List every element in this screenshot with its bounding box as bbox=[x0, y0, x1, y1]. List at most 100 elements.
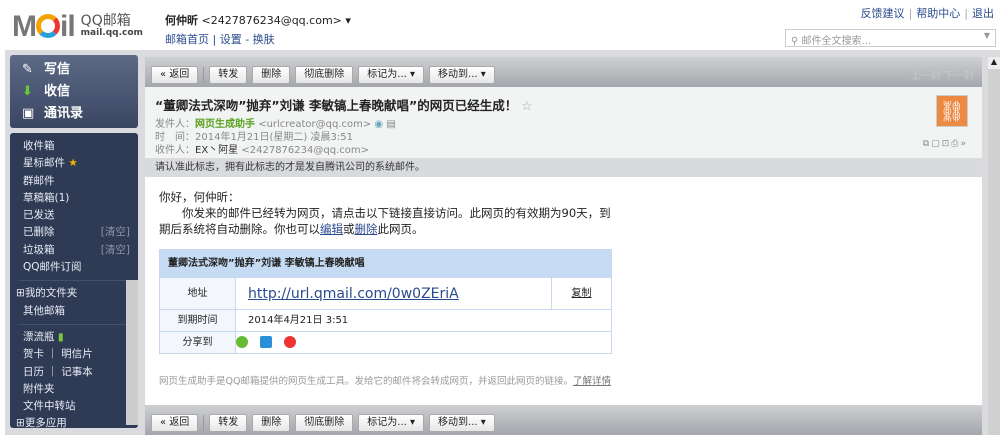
sidebar-item-inbox[interactable]: 收件箱 bbox=[23, 138, 138, 155]
prev-mail-link[interactable]: 上一封 bbox=[911, 71, 941, 82]
clear-spam-link[interactable]: [清空] bbox=[101, 242, 130, 259]
move-to-dropdown[interactable]: 移动到... ▾ bbox=[429, 414, 495, 432]
mail-view: « 返回 转发 删除 彻底删除 标记为... ▾ 移动到... ▾ 上一封 下一… bbox=[145, 57, 982, 435]
sidebar-item-drafts[interactable]: 草稿箱(1) bbox=[23, 190, 138, 207]
link-home[interactable]: 邮箱首页 bbox=[165, 33, 209, 46]
receive-label: 收信 bbox=[44, 84, 71, 99]
sidebar-item-more-apps[interactable]: ⊞更多应用 bbox=[16, 415, 138, 432]
edit-link[interactable]: 编辑 bbox=[320, 222, 343, 236]
main-scrollbar[interactable]: ▲ bbox=[988, 57, 1000, 435]
mark-as-dropdown[interactable]: 标记为... ▾ bbox=[358, 414, 425, 432]
sidebar-scrollbar[interactable] bbox=[126, 280, 138, 425]
link-logout[interactable]: 退出 bbox=[972, 7, 994, 20]
mark-as-dropdown[interactable]: 标记为... ▾ bbox=[358, 66, 425, 84]
contacts-button[interactable]: ▣ 通讯录 bbox=[22, 103, 138, 125]
perm-delete-button[interactable]: 彻底删除 bbox=[295, 66, 354, 84]
new-window-icon[interactable]: ⧉ bbox=[923, 139, 931, 149]
greeting: 你好，何仲昕： bbox=[159, 190, 240, 204]
mail-body: 你好，何仲昕： 你发来的邮件已经转为网页，请点击以下链接直接访问。此网页的有效期… bbox=[145, 177, 982, 402]
to-label: 收件人： bbox=[155, 145, 195, 156]
notes-link[interactable]: 记事本 bbox=[61, 366, 93, 378]
contact-card-icon[interactable]: ▤ bbox=[386, 119, 395, 130]
learn-more-link[interactable]: 了解详情 bbox=[573, 376, 611, 387]
sender-email: <urlcreator@qq.com> bbox=[258, 119, 372, 130]
spam-label: 垃圾箱 bbox=[23, 243, 55, 256]
qzone-icon[interactable] bbox=[260, 335, 272, 348]
time-label: 时 间： bbox=[155, 132, 195, 143]
link-help[interactable]: 帮助中心 bbox=[916, 7, 960, 20]
sidebar-item-subscriptions[interactable]: QQ邮件订阅 bbox=[23, 259, 138, 276]
from-label: 发件人： bbox=[155, 119, 195, 130]
user-email[interactable]: <2427876234@qq.com> bbox=[202, 14, 342, 27]
my-folders-label: 我的文件夹 bbox=[24, 287, 78, 300]
sidebar-item-my-folders[interactable]: ⊞我的文件夹 bbox=[16, 285, 138, 302]
weibo-icon[interactable] bbox=[284, 335, 296, 348]
mail-header: “董卿法式深吻”抛弃”刘谦 李敏镐上春晚献唱”的网页已经生成！ ☆ 发件人：网页生… bbox=[145, 87, 982, 159]
delete-page-link[interactable]: 删除 bbox=[355, 222, 378, 236]
logo-mark: Mil bbox=[12, 10, 76, 43]
recipient-email: <2427876234@qq.com> bbox=[241, 145, 369, 156]
link-skin[interactable]: 换肤 bbox=[253, 33, 275, 46]
delete-button[interactable]: 删除 bbox=[252, 414, 291, 432]
forward-button[interactable]: 转发 bbox=[209, 414, 248, 432]
perm-delete-button[interactable]: 彻底删除 bbox=[295, 414, 354, 432]
scroll-up-icon[interactable]: ▲ bbox=[988, 57, 1000, 69]
back-button[interactable]: « 返回 bbox=[151, 414, 199, 432]
chevron-down-icon[interactable]: » bbox=[960, 139, 968, 149]
divider bbox=[203, 67, 205, 83]
calendar-link[interactable]: 日历 bbox=[23, 366, 44, 378]
bottom-toolbar: « 返回 转发 删除 彻底删除 标记为... ▾ 移动到... ▾ bbox=[145, 405, 982, 435]
starred-label: 星标邮件 bbox=[23, 157, 65, 170]
body-text: 或 bbox=[343, 222, 355, 236]
sidebar-item-file-transfer[interactable]: 文件中转站 bbox=[23, 398, 138, 415]
back-button[interactable]: « 返回 bbox=[151, 66, 199, 84]
sidebar-item-deleted[interactable]: 已删除 [清空] bbox=[23, 224, 138, 241]
table-title: 董卿法式深吻”抛弃”刘谦 李敏镐上春晚献唱 bbox=[159, 249, 612, 278]
search-input[interactable]: ⚲ 邮件全文搜索... ▼ bbox=[785, 29, 996, 47]
wechat-icon[interactable] bbox=[236, 335, 248, 348]
greeting-card-link[interactable]: 贺卡 bbox=[23, 348, 44, 360]
recipient-name[interactable]: EX丶阿星 bbox=[195, 145, 238, 156]
search-icon: ⚲ bbox=[791, 36, 799, 47]
chevron-down-icon[interactable]: ▾ bbox=[345, 14, 351, 27]
sidebar-item-bottle[interactable]: 漂流瓶 ▮ bbox=[23, 329, 138, 346]
sidebar-item-group[interactable]: 群邮件 bbox=[23, 173, 138, 190]
logo[interactable]: Mil QQ邮箱 mail.qq.com bbox=[12, 10, 143, 44]
link-feedback[interactable]: 反馈建议 bbox=[861, 7, 905, 20]
sidebar-item-cards[interactable]: 贺卡 ｜ 明信片 bbox=[23, 346, 138, 363]
link-settings[interactable]: 设置 bbox=[220, 33, 242, 46]
mail-time: 2014年1月21日(星期二) 凌晨3:51 bbox=[195, 132, 353, 143]
bottle-label: 漂流瓶 bbox=[23, 330, 55, 343]
sidebar-item-other-mail[interactable]: 其他邮箱 bbox=[23, 303, 138, 320]
security-notice: 请认准此标志，拥有此标志的才是发自腾讯公司的系统邮件。 bbox=[145, 159, 982, 177]
move-to-dropdown[interactable]: 移动到... ▾ bbox=[429, 66, 495, 84]
share-label: 分享到 bbox=[159, 331, 236, 354]
delete-button[interactable]: 删除 bbox=[252, 66, 291, 84]
chevron-down-icon[interactable]: ▼ bbox=[984, 31, 990, 40]
download-icon[interactable]: ⊡ bbox=[942, 139, 952, 149]
copy-link[interactable]: 复制 bbox=[551, 277, 612, 310]
sidebar-item-starred[interactable]: 星标邮件 ★ bbox=[23, 155, 138, 172]
sidebar-item-calendar[interactable]: 日历 ｜ 记事本 bbox=[23, 364, 138, 381]
forward-button[interactable]: 转发 bbox=[209, 66, 248, 84]
sidebar-item-sent[interactable]: 已发送 bbox=[23, 207, 138, 224]
inbox-button[interactable]: ⬇ 收信 bbox=[22, 81, 138, 103]
divider bbox=[203, 415, 205, 431]
mail-tools: ⧉▢⊡⎙» bbox=[923, 139, 968, 149]
folder-list: 收件箱 星标邮件 ★ 群邮件 草稿箱(1) 已发送 已删除 [清空] 垃圾箱 [清空… bbox=[10, 133, 138, 429]
page-url-link[interactable]: http://url.qmail.com/0w0ZEriA bbox=[235, 277, 552, 310]
top-toolbar: « 返回 转发 删除 彻底删除 标记为... ▾ 移动到... ▾ 上一封 下一… bbox=[145, 57, 982, 87]
star-icon[interactable]: ☆ bbox=[521, 98, 532, 113]
sender-name[interactable]: 网页生成助手 bbox=[195, 119, 255, 130]
compose-button[interactable]: ✎ 写信 bbox=[22, 59, 138, 81]
clear-deleted-link[interactable]: [清空] bbox=[101, 224, 130, 241]
user-info: 何仲昕 <2427876234@qq.com> ▾ 邮箱首页 | 设置 - 换肤 bbox=[165, 14, 351, 46]
download-icon: ⬇ bbox=[22, 84, 33, 99]
next-mail-link[interactable]: 下一封 bbox=[944, 71, 974, 82]
sidebar-item-spam[interactable]: 垃圾箱 [清空] bbox=[23, 242, 138, 259]
note-icon[interactable]: ▢ bbox=[931, 139, 942, 149]
page-info-table: 董卿法式深吻”抛弃”刘谦 李敏镐上春晚献唱 地址 http://url.qmail… bbox=[159, 249, 612, 354]
compose-icon: ✎ bbox=[22, 62, 33, 77]
postcard-link[interactable]: 明信片 bbox=[61, 348, 93, 360]
sidebar-item-attachments[interactable]: 附件夹 bbox=[23, 381, 138, 398]
